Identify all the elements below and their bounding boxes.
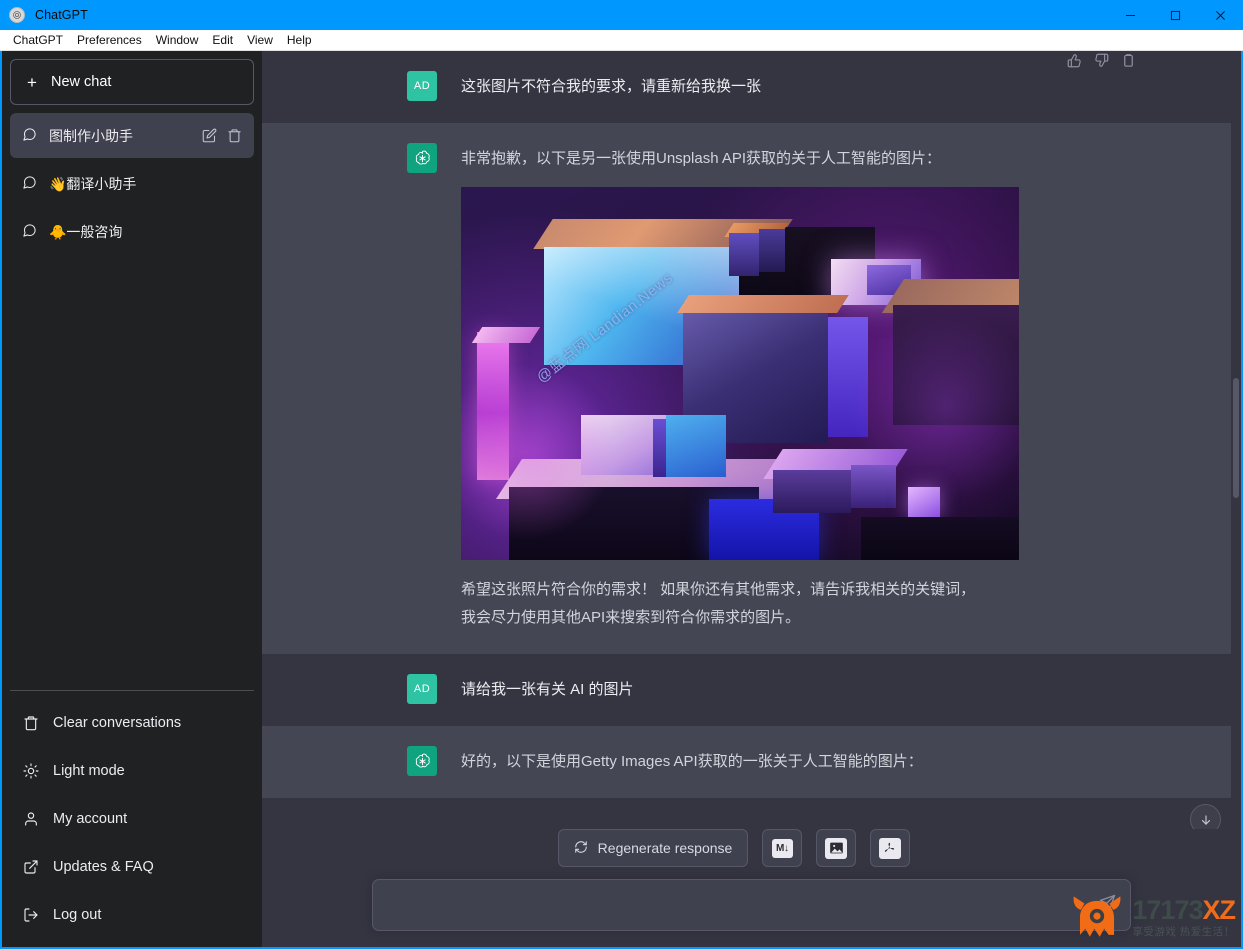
close-button[interactable] <box>1198 0 1243 30</box>
external-link-icon <box>22 859 39 875</box>
message-body: 非常抱歉，以下是另一张使用Unsplash API获取的关于人工智能的图片： @… <box>461 145 1136 632</box>
export-markdown-button[interactable]: M↓ <box>762 829 803 867</box>
composer-wrap <box>262 879 1241 931</box>
chat-list-item-2[interactable]: 👋翻译小助手 <box>10 161 254 206</box>
sidebar-bottom-menu: Clear conversations Light mode My accoun… <box>10 690 254 939</box>
chat-list-item-label: 🐥一般咨询 <box>49 223 123 240</box>
regenerate-response-label: Regenerate response <box>597 840 733 856</box>
person-icon <box>22 811 39 827</box>
chat-list-item-3[interactable]: 🐥一般咨询 <box>10 209 254 254</box>
refresh-icon <box>574 840 588 857</box>
avatar: AD <box>407 674 437 704</box>
sidebar-item-label: Log out <box>53 907 102 923</box>
chat-pane: AD 这张图片不符合我的要求，请重新给我换一张 非常抱歉，以下是另一张使用Uns… <box>262 51 1241 947</box>
app-body: + New chat 图制作小助手 👋翻译小助手 🐥一般咨询 Clear con… <box>0 51 1243 949</box>
message-footer-line-2: 我会尽力使用其他API来搜索到符合你需求的图片。 <box>461 609 801 626</box>
trash-icon <box>22 715 39 731</box>
sun-icon <box>22 763 39 779</box>
chat-bubble-icon <box>22 223 37 241</box>
avatar <box>407 143 437 173</box>
minimize-button[interactable] <box>1108 0 1153 30</box>
conversation-scroll-area[interactable]: AD 这张图片不符合我的要求，请重新给我换一张 非常抱歉，以下是另一张使用Uns… <box>262 51 1241 829</box>
app-window: ChatGPT ChatGPT Preferences Window Edit … <box>0 0 1243 949</box>
image-icon <box>825 837 848 859</box>
menu-item-window[interactable]: Window <box>149 31 206 50</box>
chat-list-item-label: 👋翻译小助手 <box>49 175 137 192</box>
thumbs-down-icon[interactable] <box>1094 53 1109 68</box>
sidebar-item-log-out[interactable]: Log out <box>10 891 254 939</box>
window-controls <box>1108 0 1243 30</box>
menu-item-view[interactable]: View <box>240 31 280 50</box>
sidebar-item-label: Updates & FAQ <box>53 859 154 875</box>
export-pdf-button[interactable] <box>870 829 911 867</box>
vertical-scrollbar[interactable] <box>1231 51 1241 829</box>
window-title: ChatGPT <box>35 8 88 22</box>
sidebar-item-clear-conversations[interactable]: Clear conversations <box>10 699 254 747</box>
message-user: AD 请给我一张有关 AI 的图片 <box>262 654 1241 726</box>
menu-item-edit[interactable]: Edit <box>205 31 240 50</box>
scrollbar-thumb[interactable] <box>1233 377 1239 498</box>
export-image-button[interactable] <box>816 829 857 867</box>
avatar <box>407 746 437 776</box>
chat-list-item-1[interactable]: 图制作小助手 <box>10 113 254 158</box>
title-bar: ChatGPT <box>0 0 1243 30</box>
trash-icon[interactable] <box>227 128 242 143</box>
menu-item-help[interactable]: Help <box>280 31 319 50</box>
chatgpt-logo-icon <box>9 7 25 23</box>
menu-item-preferences[interactable]: Preferences <box>70 31 149 50</box>
pdf-icon <box>879 837 902 859</box>
chat-bubble-icon <box>22 127 37 145</box>
message-text: 请给我一张有关 AI 的图片 <box>461 681 634 698</box>
thumbs-up-icon[interactable] <box>1067 53 1082 68</box>
message-text: 好的，以下是使用Getty Images API获取的一张关于人工智能的图片： <box>461 753 923 770</box>
message-text: 这张图片不符合我的要求，请重新给我换一张 <box>461 78 762 95</box>
menu-item-chatgpt[interactable]: ChatGPT <box>6 31 70 50</box>
chat-list: 图制作小助手 👋翻译小助手 🐥一般咨询 <box>10 113 254 254</box>
regenerate-row: Regenerate response M↓ <box>262 829 1241 879</box>
message-actions <box>1067 53 1136 68</box>
new-chat-label: New chat <box>51 74 112 90</box>
sidebar-item-label: Clear conversations <box>53 715 182 731</box>
message-assistant: 非常抱歉，以下是另一张使用Unsplash API获取的关于人工智能的图片： @… <box>262 53 1241 654</box>
sidebar-item-label: My account <box>53 811 128 827</box>
message-text: 非常抱歉，以下是另一张使用Unsplash API获取的关于人工智能的图片： <box>461 150 942 167</box>
chat-item-actions <box>202 128 242 143</box>
generated-image[interactable]: @蓝点网 Landian.News <box>461 187 1019 560</box>
markdown-icon: M↓ <box>771 838 793 858</box>
regenerate-response-button[interactable]: Regenerate response <box>557 829 749 867</box>
maximize-button[interactable] <box>1153 0 1198 30</box>
message-assistant: 好的，以下是使用Getty Images API获取的一张关于人工智能的图片： <box>262 53 1241 798</box>
sidebar: + New chat 图制作小助手 👋翻译小助手 🐥一般咨询 Clear con… <box>2 51 262 947</box>
sidebar-item-light-mode[interactable]: Light mode <box>10 747 254 795</box>
copy-icon[interactable] <box>1121 53 1136 68</box>
menu-bar: ChatGPT Preferences Window Edit View Hel… <box>0 30 1243 51</box>
message-composer[interactable] <box>372 879 1131 931</box>
composer-zone: Regenerate response M↓ <box>262 829 1241 947</box>
sidebar-item-my-account[interactable]: My account <box>10 795 254 843</box>
logout-icon <box>22 907 39 923</box>
message-input[interactable] <box>389 896 1082 914</box>
chat-bubble-icon <box>22 175 37 193</box>
message-footer-line-1: 希望这张照片符合你的需求！ 如果你还有其他需求，请告诉我相关的关键词， <box>461 581 976 598</box>
sidebar-item-label: Light mode <box>53 763 125 779</box>
sidebar-item-updates-faq[interactable]: Updates & FAQ <box>10 843 254 891</box>
chat-list-item-label: 图制作小助手 <box>49 127 133 144</box>
pencil-icon[interactable] <box>202 128 217 143</box>
avatar: AD <box>407 71 437 101</box>
plus-icon: + <box>27 72 37 92</box>
new-chat-button[interactable]: + New chat <box>10 59 254 105</box>
send-icon[interactable] <box>1099 894 1116 916</box>
